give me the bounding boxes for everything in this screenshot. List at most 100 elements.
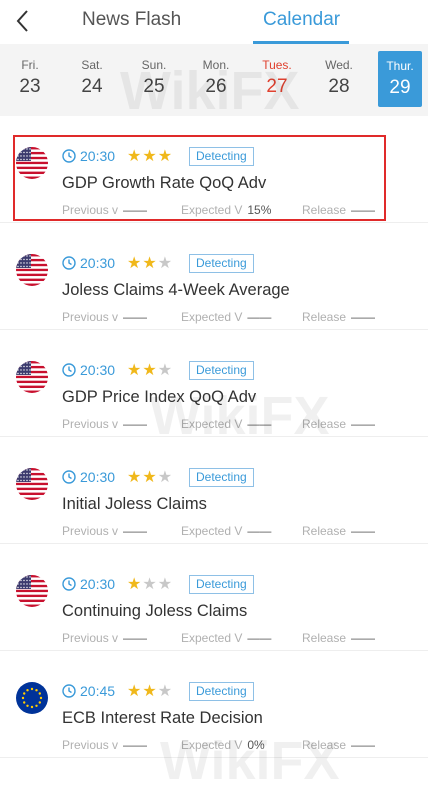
- top-header: News Flash Calendar: [0, 0, 428, 44]
- back-arrow-icon[interactable]: [12, 8, 36, 34]
- us-flag-icon: [16, 254, 48, 286]
- status-badge: Detecting: [189, 575, 254, 594]
- event-time: 20:30: [80, 148, 116, 164]
- tab-calendar[interactable]: Calendar: [263, 9, 340, 31]
- event-title: ECB Interest Rate Decision: [62, 709, 263, 727]
- event-title: Joless Claims 4-Week Average: [62, 281, 290, 299]
- status-badge: Detecting: [189, 361, 254, 380]
- day-number: 27: [266, 76, 288, 97]
- importance-stars: ★★★: [127, 467, 173, 487]
- star-icon: ★: [142, 255, 158, 272]
- importance-stars: ★★★: [127, 360, 173, 380]
- star-icon: ★: [127, 469, 143, 486]
- star-icon: ★: [157, 469, 174, 486]
- date-strip: Fri. 23 Sat. 24 Sun. 25 Mon. 26 Tues. 27 Wed. 28 Thu…: [0, 44, 428, 116]
- expected-value: Expected V ——: [181, 417, 272, 431]
- day-of-week: Sat.: [81, 58, 103, 72]
- star-icon: ★: [127, 148, 143, 165]
- event-time: 20:30: [80, 576, 116, 592]
- day-of-week: Mon.: [202, 58, 230, 72]
- release-value: Release ——: [302, 738, 376, 752]
- day-number: 23: [19, 76, 41, 97]
- expected-value: Expected V 0%: [181, 738, 265, 752]
- event-item[interactable]: 20:30 ★★★ Detecting GDP Price Index QoQ Adv…: [0, 330, 428, 437]
- day-29[interactable]: Thur. 29: [378, 51, 422, 107]
- star-icon: ★: [142, 148, 158, 165]
- event-title: Continuing Joless Claims: [62, 602, 248, 620]
- star-icon: ★: [142, 469, 158, 486]
- status-badge: Detecting: [189, 147, 254, 166]
- status-badge: Detecting: [189, 254, 254, 273]
- us-flag-icon: [16, 468, 48, 500]
- expected-value: Expected V ——: [181, 524, 272, 538]
- us-flag-icon: [16, 575, 48, 607]
- star-icon: ★: [127, 683, 143, 700]
- star-icon: ★: [157, 683, 174, 700]
- day-of-week: Thur.: [386, 59, 414, 73]
- event-item[interactable]: 20:45 ★★★ Detecting ECB Interest Rate Decis…: [0, 651, 428, 758]
- event-time: 20:45: [80, 683, 116, 699]
- star-icon: ★: [142, 576, 158, 593]
- day-of-week: Tues.: [262, 58, 292, 72]
- event-title: GDP Price Index QoQ Adv: [62, 388, 257, 406]
- importance-stars: ★★★: [127, 574, 173, 594]
- importance-stars: ★★★: [127, 681, 173, 701]
- star-icon: ★: [142, 683, 158, 700]
- day-27[interactable]: Tues. 27: [252, 50, 302, 108]
- star-icon: ★: [127, 362, 143, 379]
- day-number: 29: [389, 77, 411, 98]
- event-item[interactable]: 20:30 ★★★ Detecting Joless Claims 4-Week Av…: [0, 223, 428, 330]
- day-25[interactable]: Sun. 25: [129, 50, 179, 108]
- event-title: GDP Growth Rate QoQ Adv: [62, 174, 267, 192]
- day-number: 24: [81, 76, 103, 97]
- clock-icon: [62, 577, 76, 591]
- day-28[interactable]: Wed. 28: [314, 50, 364, 108]
- star-icon: ★: [142, 362, 158, 379]
- event-item[interactable]: 20:30 ★★★ Detecting Continuing Joless Claim…: [0, 544, 428, 651]
- event-item[interactable]: 20:30 ★★★ Detecting Initial Joless Claims Pr…: [0, 437, 428, 544]
- day-number: 28: [328, 76, 350, 97]
- star-icon: ★: [157, 255, 174, 272]
- day-26[interactable]: Mon. 26: [191, 50, 241, 108]
- clock-icon: [62, 149, 76, 163]
- event-item[interactable]: 20:30 ★★★ Detecting GDP Growth Rate QoQ Adv…: [0, 116, 428, 223]
- event-list: 20:30 ★★★ Detecting GDP Growth Rate QoQ Adv…: [0, 116, 428, 758]
- expected-value: Expected V 15%: [181, 203, 272, 217]
- day-of-week: Sun.: [141, 58, 167, 72]
- us-flag-icon: [16, 361, 48, 393]
- previous-value: Previous v ——: [62, 203, 148, 217]
- importance-stars: ★★★: [127, 146, 173, 166]
- clock-icon: [62, 256, 76, 270]
- star-icon: ★: [127, 255, 143, 272]
- release-value: Release ——: [302, 310, 376, 324]
- day-23[interactable]: Fri. 23: [5, 50, 55, 108]
- star-icon: ★: [157, 576, 174, 593]
- expected-value: Expected V ——: [181, 310, 272, 324]
- status-badge: Detecting: [189, 468, 254, 487]
- event-time: 20:30: [80, 255, 116, 271]
- us-flag-icon: [16, 147, 48, 179]
- day-of-week: Fri.: [21, 58, 39, 72]
- day-number: 26: [205, 76, 227, 97]
- event-time: 20:30: [80, 362, 116, 378]
- star-icon: ★: [157, 362, 174, 379]
- star-icon: ★: [127, 576, 143, 593]
- previous-value: Previous v ——: [62, 417, 148, 431]
- day-of-week: Wed.: [325, 58, 353, 72]
- previous-value: Previous v ——: [62, 524, 148, 538]
- status-badge: Detecting: [189, 682, 254, 701]
- previous-value: Previous v ——: [62, 310, 148, 324]
- event-title: Initial Joless Claims: [62, 495, 207, 513]
- clock-icon: [62, 470, 76, 484]
- release-value: Release ——: [302, 524, 376, 538]
- tab-news-flash[interactable]: News Flash: [82, 9, 181, 31]
- release-value: Release ——: [302, 631, 376, 645]
- day-number: 25: [143, 76, 165, 97]
- star-icon: ★: [157, 148, 174, 165]
- clock-icon: [62, 363, 76, 377]
- release-value: Release ——: [302, 203, 376, 217]
- day-24[interactable]: Sat. 24: [67, 50, 117, 108]
- clock-icon: [62, 684, 76, 698]
- importance-stars: ★★★: [127, 253, 173, 273]
- expected-value: Expected V ——: [181, 631, 272, 645]
